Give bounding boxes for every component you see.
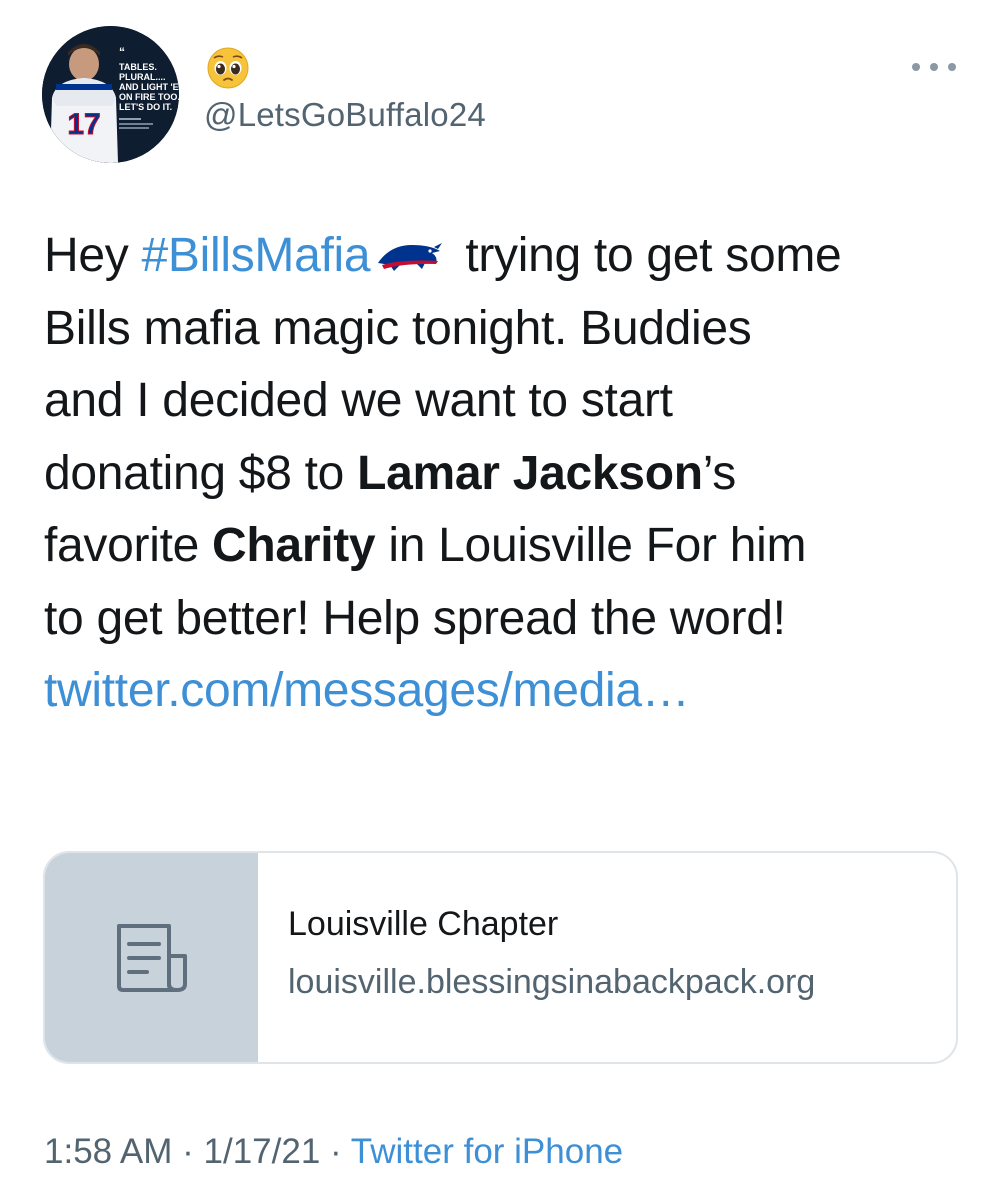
avatar-caption-line: AND LIGHT 'EM bbox=[119, 82, 179, 92]
tweet-time[interactable]: 1:58 AM bbox=[44, 1132, 172, 1171]
author-handle[interactable]: @LetsGoBuffalo24 bbox=[204, 96, 486, 134]
tweet-link[interactable]: twitter.com/messages/media… bbox=[44, 655, 974, 728]
avatar-caption-line: LET'S DO IT. bbox=[119, 102, 172, 112]
avatar-jersey-number: 17 bbox=[67, 108, 100, 141]
tweet-source-link[interactable]: Twitter for iPhone bbox=[351, 1132, 623, 1171]
document-icon bbox=[116, 923, 187, 992]
tweet-line: Bills mafia magic tonight. Buddies bbox=[44, 301, 752, 355]
tweet-line: Hey #BillsMafia trying to get some bbox=[44, 229, 842, 282]
avatar-caption-line: ON FIRE TOO. bbox=[119, 92, 179, 102]
bold-text: Lamar Jackson bbox=[357, 446, 703, 500]
buffalo-bills-logo-icon bbox=[378, 243, 443, 271]
avatar[interactable]: 17 “ TABLES. PLURAL.... AND LIGHT 'EM ON… bbox=[42, 26, 179, 163]
tweet: 17 “ TABLES. PLURAL.... AND LIGHT 'EM ON… bbox=[0, 0, 986, 1200]
card-domain: louisville.blessingsinabackpack.org bbox=[288, 963, 816, 1001]
tweet-metadata: 1:58 AM · 1/17/21 · Twitter for iPhone bbox=[44, 1132, 624, 1171]
bold-text: Charity bbox=[212, 519, 376, 572]
tweet-line: donating $8 to Lamar Jackson’s bbox=[44, 446, 736, 500]
more-options-button[interactable] bbox=[912, 52, 956, 82]
tweet-line: to get better! Help spread the word! bbox=[44, 591, 786, 645]
card-title: Louisville Chapter bbox=[288, 905, 559, 943]
link-preview-card[interactable]: Louisville Chapter louisville.blessingsi… bbox=[43, 851, 958, 1064]
svg-text:“: “ bbox=[119, 45, 125, 59]
avatar-image: 17 “ TABLES. PLURAL.... AND LIGHT 'EM ON… bbox=[42, 26, 179, 163]
tweet-date[interactable]: 1/17/21 bbox=[204, 1132, 321, 1171]
pleading-face-emoji-icon bbox=[206, 46, 250, 90]
more-horizontal-icon bbox=[912, 63, 920, 71]
tweet-line: and I decided we want to start bbox=[44, 374, 673, 427]
hashtag-link[interactable]: #BillsMafia bbox=[142, 229, 371, 282]
avatar-caption-line: TABLES. bbox=[119, 62, 157, 72]
tweet-line: favorite Charity in Louisville For him bbox=[44, 519, 807, 572]
avatar-caption-line: PLURAL.... bbox=[119, 72, 166, 82]
tweet-text: Hey #BillsMafia trying to get some Bills… bbox=[44, 220, 974, 728]
card-thumbnail bbox=[45, 853, 258, 1062]
